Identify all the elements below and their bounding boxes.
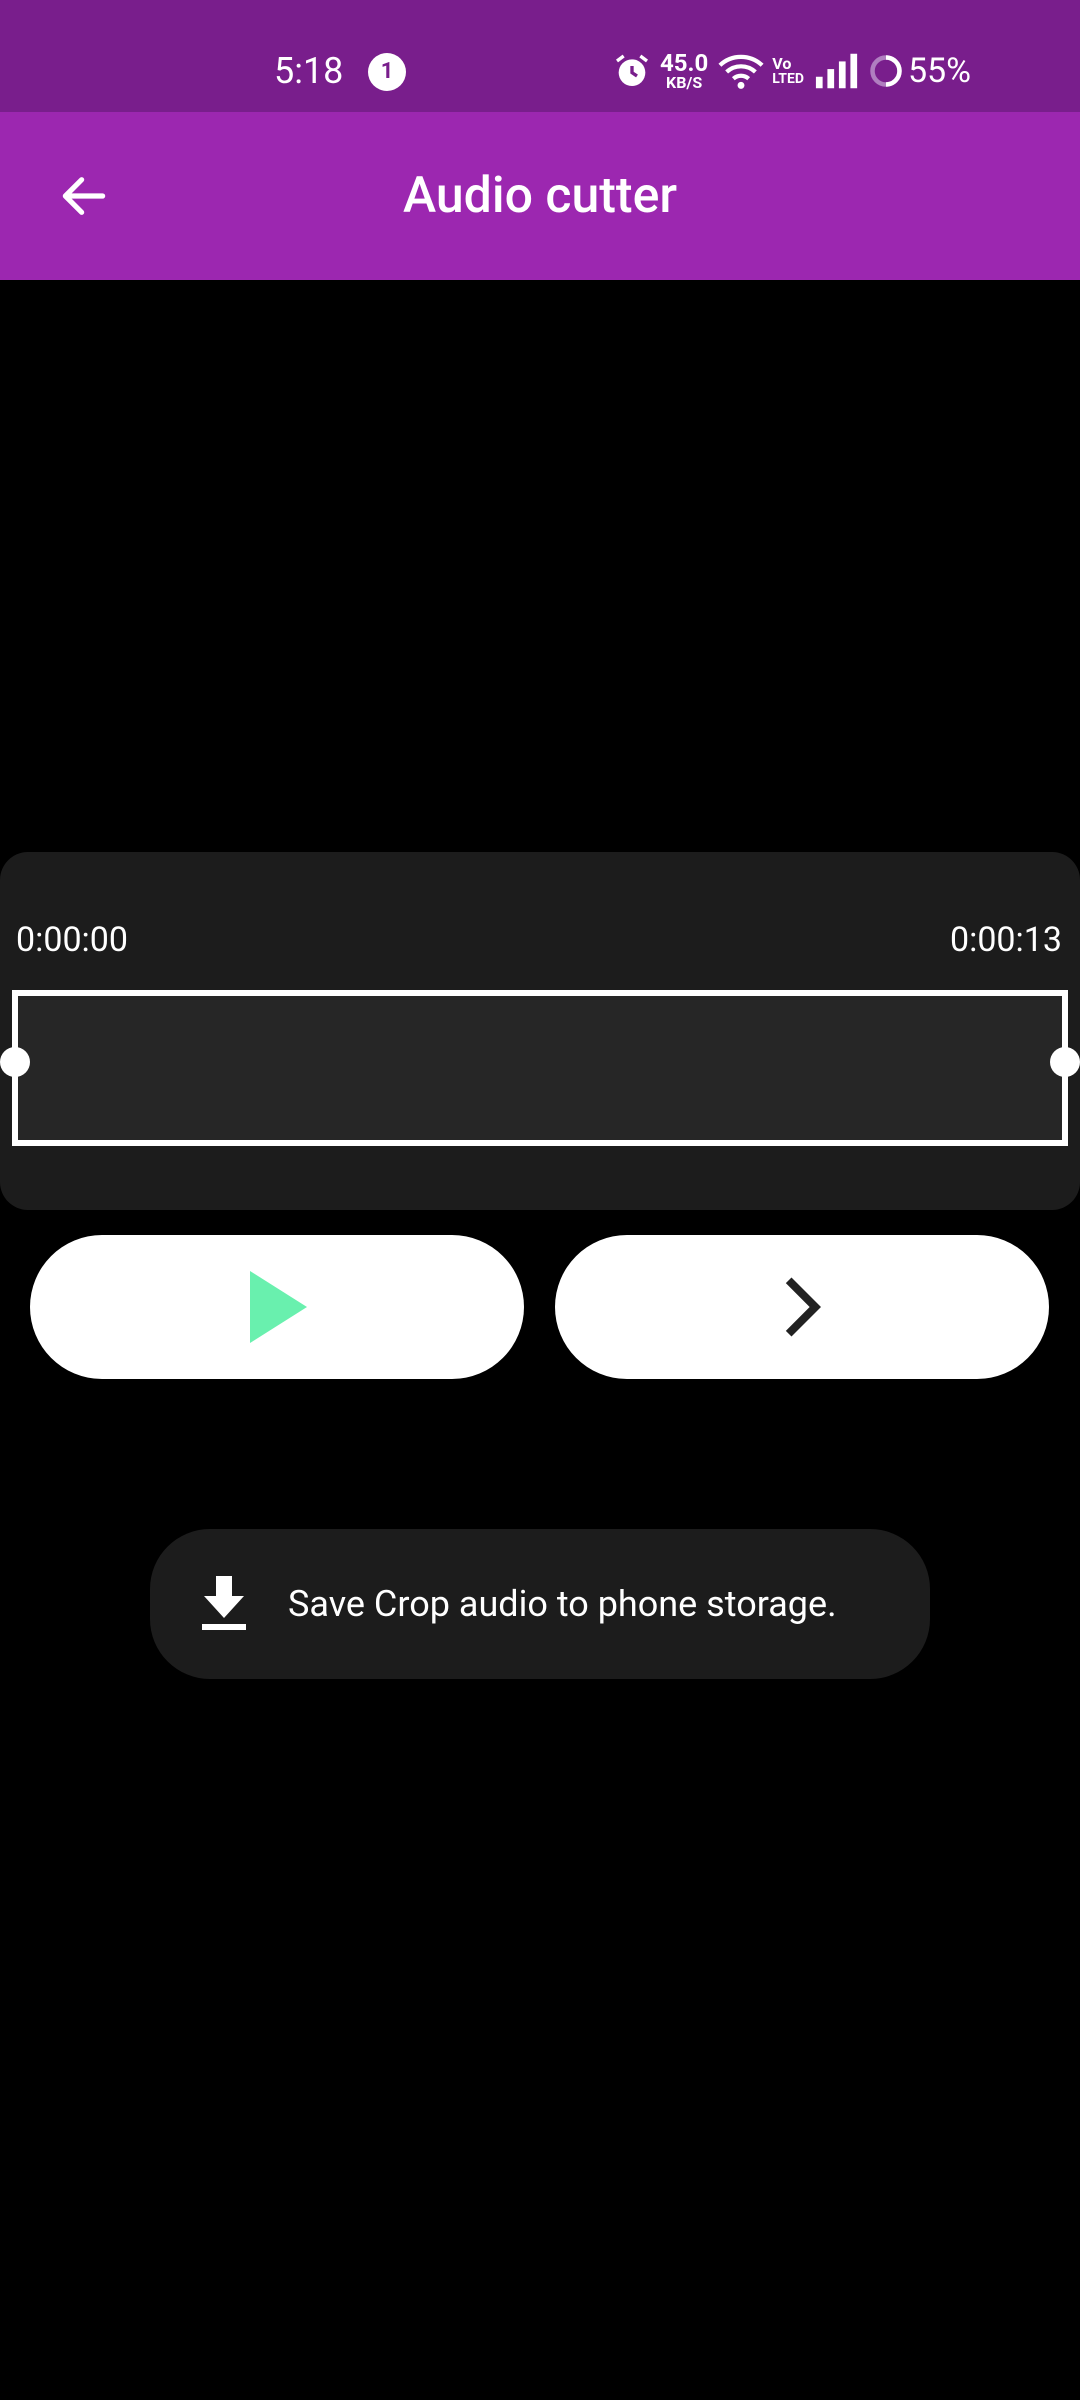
page-title: Audio cutter [402,167,678,225]
app-bar: Audio cutter [0,112,1080,280]
net-speed: 45.0 KB/S [660,51,708,91]
net-speed-unit: KB/S [666,73,703,92]
play-button[interactable] [30,1235,524,1379]
download-icon [202,1576,246,1630]
start-time-label: 0:00:00 [16,920,129,960]
chevron-right-icon [785,1277,821,1337]
signal-icon [815,53,858,89]
status-time: 5:18 [274,50,344,92]
notification-count-badge: 1 [368,53,406,91]
trim-start-handle[interactable] [0,1047,30,1077]
alarm-icon [616,54,648,86]
volte-top: Vo [772,54,792,73]
play-icon [250,1271,307,1343]
audio-cutter-panel: 0:00:00 0:00:13 [0,852,1080,1210]
net-speed-value: 45.0 [660,49,709,77]
status-bar: 5:18 1 45.0 KB/S Vo LTED 55% [0,0,1080,112]
next-button[interactable] [555,1235,1049,1379]
save-crop-audio-button[interactable]: Save Crop audio to phone storage. [150,1529,930,1679]
status-icons: 45.0 KB/S Vo LTED 55% [612,46,971,96]
battery-icon [870,55,902,87]
battery-percent: 55% [907,51,972,91]
end-time-label: 0:00:13 [949,920,1062,960]
trim-end-handle[interactable] [1050,1047,1080,1077]
volte-icon: Vo LTED [772,54,804,87]
volte-bottom: LTED [772,71,804,87]
save-crop-audio-label: Save Crop audio to phone storage. [288,1583,837,1625]
trim-range-track[interactable] [12,990,1068,1146]
wifi-icon [718,54,764,89]
